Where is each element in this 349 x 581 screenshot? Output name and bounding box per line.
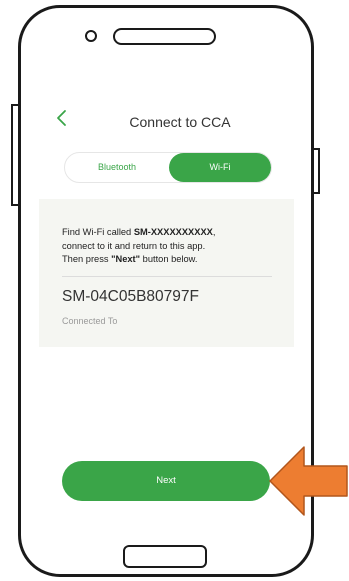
instruction-line2: connect to it and return to this app. bbox=[62, 240, 206, 251]
page-title: Connect to CCA bbox=[129, 114, 231, 130]
connection-status: Connected To bbox=[62, 316, 118, 326]
divider bbox=[62, 276, 272, 277]
network-name: SM-04C05B80797F bbox=[62, 288, 199, 305]
connection-type-toggle: Bluetooth Wi-Fi bbox=[64, 152, 272, 183]
instructions-text: Find Wi-Fi called SM-XXXXXXXXXX, connect… bbox=[62, 226, 284, 267]
instruction-comma: , bbox=[212, 227, 216, 237]
instruction-prefix: Find Wi-Fi called bbox=[62, 227, 134, 237]
next-button[interactable]: Next bbox=[62, 461, 270, 501]
pointer-arrow-icon bbox=[269, 446, 348, 516]
tab-bluetooth[interactable]: Bluetooth bbox=[65, 153, 169, 182]
home-button[interactable] bbox=[123, 545, 207, 568]
ssid-pattern: SM-XXXXXXXXXX bbox=[133, 227, 213, 237]
speaker-grille bbox=[113, 28, 216, 45]
chevron-left-icon[interactable] bbox=[55, 108, 69, 128]
next-keyword: "Next" bbox=[111, 254, 141, 264]
camera-icon bbox=[85, 30, 97, 42]
tab-wifi[interactable]: Wi-Fi bbox=[169, 153, 271, 182]
instruction-line3-suffix: button below. bbox=[140, 254, 198, 264]
instruction-line3-prefix: Then press bbox=[62, 254, 112, 264]
